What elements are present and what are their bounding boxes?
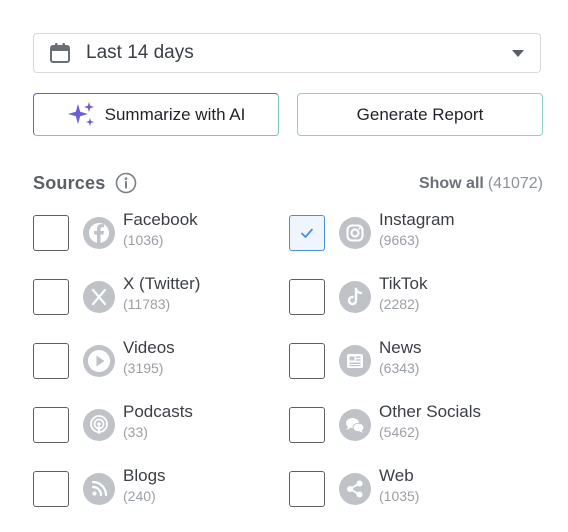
source-item-x-twitter: X (Twitter) (11783) xyxy=(33,274,273,318)
source-item-blogs: Blogs (240) xyxy=(33,466,273,510)
source-item-other-socials: Other Socials (5462) xyxy=(289,402,529,446)
source-item-facebook: Facebook (1036) xyxy=(33,210,273,254)
source-count: (1035) xyxy=(379,488,420,504)
source-item-news: News (6343) xyxy=(289,338,529,382)
tiktok-checkbox[interactable] xyxy=(289,279,325,315)
source-name: X (Twitter) xyxy=(123,274,201,293)
date-range-label: Last 14 days xyxy=(86,42,194,63)
show-all-link[interactable]: Show all xyxy=(419,175,484,192)
source-item-tiktok: TikTok (2282) xyxy=(289,274,529,318)
source-count: (2282) xyxy=(379,296,420,312)
show-all: Show all (41072) xyxy=(419,175,543,193)
source-count: (240) xyxy=(123,488,156,504)
source-name: Web xyxy=(379,466,414,485)
source-count: (9663) xyxy=(379,232,420,248)
source-name: Podcasts xyxy=(123,402,193,421)
source-item-instagram: Instagram (9663) xyxy=(289,210,529,254)
source-name: Other Socials xyxy=(379,402,482,421)
facebook-checkbox[interactable] xyxy=(33,215,69,251)
facebook-icon xyxy=(83,217,115,249)
source-item-podcasts: Podcasts (33) xyxy=(33,402,273,446)
source-count: (3195) xyxy=(123,360,164,376)
x-twitter-icon xyxy=(83,281,115,313)
newspaper-icon xyxy=(339,345,371,377)
instagram-icon xyxy=(339,217,371,249)
source-count: (1036) xyxy=(123,232,164,248)
tiktok-icon xyxy=(339,281,371,313)
show-all-count: (41072) xyxy=(487,175,543,192)
sources-title: Sources xyxy=(33,173,106,193)
calendar-icon xyxy=(49,42,71,64)
source-count: (6343) xyxy=(379,360,420,376)
source-name: Facebook xyxy=(123,210,198,229)
chat-bubbles-icon xyxy=(339,409,371,441)
podcast-icon xyxy=(83,409,115,441)
chevron-down-icon xyxy=(512,50,524,57)
podcasts-checkbox[interactable] xyxy=(33,407,69,443)
source-name: TikTok xyxy=(379,274,428,293)
play-icon xyxy=(83,345,115,377)
checkmark-icon xyxy=(301,228,313,238)
source-name: Blogs xyxy=(123,466,166,485)
source-count: (11783) xyxy=(123,296,171,312)
source-item-videos: Videos (3195) xyxy=(33,338,273,382)
share-icon xyxy=(339,473,371,505)
generate-report-button[interactable]: Generate Report xyxy=(297,93,543,136)
source-count: (33) xyxy=(123,424,148,440)
source-item-web: Web (1035) xyxy=(289,466,529,510)
summarize-with-ai-button[interactable]: Summarize with AI xyxy=(33,93,279,136)
source-name: News xyxy=(379,338,422,357)
rss-icon xyxy=(83,473,115,505)
web-checkbox[interactable] xyxy=(289,471,325,507)
sparkle-icon xyxy=(67,100,97,130)
date-range-select[interactable]: Last 14 days xyxy=(33,33,541,73)
generate-report-label: Generate Report xyxy=(356,104,484,124)
videos-checkbox[interactable] xyxy=(33,343,69,379)
summarize-label: Summarize with AI xyxy=(104,104,246,124)
x-twitter-checkbox[interactable] xyxy=(33,279,69,315)
other-socials-checkbox[interactable] xyxy=(289,407,325,443)
source-count: (5462) xyxy=(379,424,420,440)
news-checkbox[interactable] xyxy=(289,343,325,379)
blogs-checkbox[interactable] xyxy=(33,471,69,507)
info-icon[interactable] xyxy=(115,172,137,194)
instagram-checkbox[interactable] xyxy=(289,215,325,251)
source-name: Instagram xyxy=(379,210,455,229)
source-name: Videos xyxy=(123,338,175,357)
